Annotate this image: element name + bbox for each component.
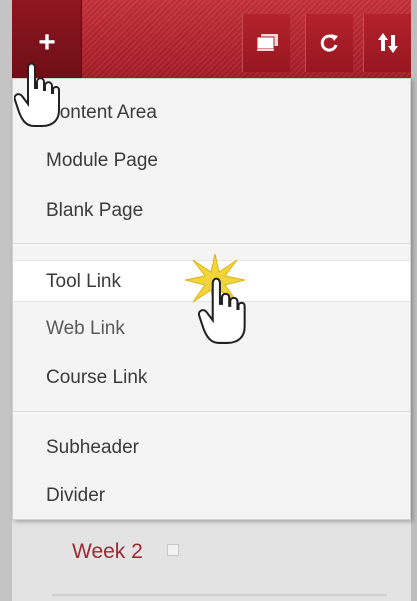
menu-item-course-link[interactable]: Course Link [13,357,410,399]
hand-cursor-icon [14,62,60,127]
window-frame-left [0,0,12,601]
menu-item-subheader[interactable]: Subheader [13,427,410,469]
plus-icon: + [38,26,56,59]
menu-item-module-page[interactable]: Module Page [13,140,410,182]
refresh-icon [320,34,338,52]
course-menu-list: Week 2 [12,520,411,601]
reorder-icon [377,33,398,53]
item-options-icon[interactable] [167,544,179,556]
divider [52,594,387,596]
menu-separator [13,411,410,413]
folder-view-button[interactable] [242,14,290,72]
menu-item-blank-page[interactable]: Blank Page [13,190,410,232]
menu-separator [13,243,410,245]
menu-item-content-area[interactable]: Content Area [13,92,410,134]
folder-view-icon [256,34,278,51]
course-menu-toolbar: + [12,0,411,78]
reorder-button[interactable] [363,14,411,72]
course-menu-item-week-2[interactable]: Week 2 [72,540,143,564]
menu-item-divider[interactable]: Divider [13,475,410,517]
window-frame-right [411,0,417,601]
refresh-button[interactable] [305,14,353,72]
hand-cursor-icon [197,277,246,344]
